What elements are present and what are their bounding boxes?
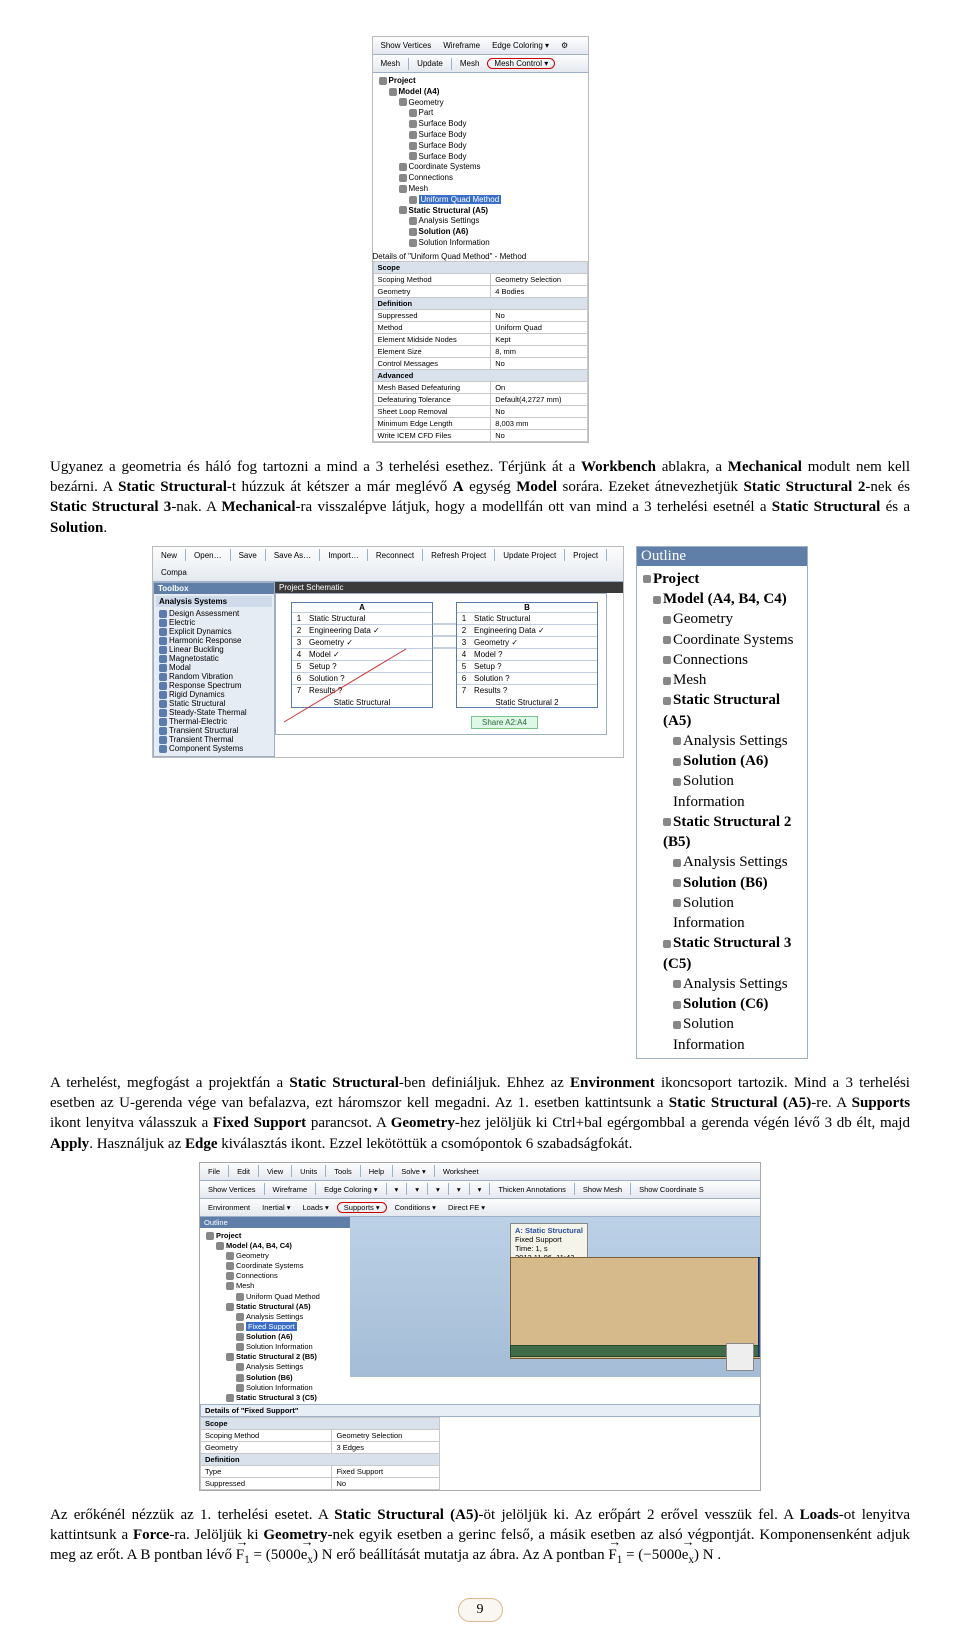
schematic-title: Project Schematic: [275, 582, 623, 593]
fig3-row1[interactable]: Show VerticesWireframeEdge Coloring ▾▾▾▾…: [200, 1181, 760, 1199]
fig3-3d-viewport[interactable]: A: Static Structural Fixed Support Time:…: [350, 1217, 760, 1377]
paragraph-3: Az erőkénél nézzük az 1. terhelési esete…: [50, 1505, 910, 1569]
mesh-control-button[interactable]: Mesh Control ▾: [487, 58, 555, 69]
fig3-menu[interactable]: FileEditViewUnitsToolsHelpSolve ▾Workshe…: [200, 1163, 760, 1181]
fig1-toolbar-row2: Mesh Update Mesh Mesh Control ▾: [373, 55, 588, 73]
dummy[interactable]: Wireframe: [439, 39, 484, 52]
mesh-button[interactable]: Mesh: [456, 57, 484, 70]
project-schematic[interactable]: A1Static Structural2Engineering Data ✓3G…: [275, 593, 607, 735]
mesh-label: Mesh: [377, 57, 405, 70]
fig1-property-table: ScopeScoping MethodGeometry SelectionGeo…: [373, 261, 588, 442]
fig3-outline-title: Outline: [200, 1217, 350, 1228]
fig2-outline-title: Outline: [637, 547, 807, 566]
fig3-row2[interactable]: Environment Inertial ▾ Loads ▾ Supports …: [200, 1199, 760, 1217]
toolbox-list[interactable]: Design AssessmentElectricExplicit Dynami…: [159, 609, 269, 753]
tool-icon[interactable]: ⚙: [557, 39, 572, 52]
page-number: 9: [50, 1598, 910, 1622]
fig3-outline-tree[interactable]: ProjectModel (A4, B4, C4)GeometryCoordin…: [200, 1228, 350, 1404]
schematic-cell-A[interactable]: A1Static Structural2Engineering Data ✓3G…: [291, 602, 433, 708]
triad-icon[interactable]: [726, 1343, 754, 1371]
fig1-toolbar-row1: Show Vertices Wireframe Edge Coloring ▾ …: [373, 37, 588, 55]
paragraph-1: Ugyanez a geometria és háló fog tartozni…: [50, 457, 910, 538]
toolbox-title: Toolbox: [154, 583, 274, 594]
supports-button[interactable]: Supports ▾: [337, 1202, 387, 1213]
schematic-cell-B[interactable]: B1Static Structural2Engineering Data ✓3G…: [456, 602, 598, 708]
figure-3-mechanical: FileEditViewUnitsToolsHelpSolve ▾Workshe…: [50, 1162, 910, 1491]
toolbox-group: Analysis Systems: [156, 596, 272, 607]
share-badge: Share A2:A4: [471, 716, 538, 729]
fig3-details-title: Details of "Fixed Support": [200, 1404, 760, 1417]
update-button[interactable]: Update: [413, 57, 447, 70]
figure-2-workbench: NewOpen…SaveSave As…Import…ReconnectRefr…: [50, 546, 910, 1059]
dummy[interactable]: Edge Coloring ▾: [488, 39, 553, 52]
fig1-outline-tree[interactable]: ProjectModel (A4)GeometryPartSurface Bod…: [373, 73, 588, 252]
fig2-main-toolbar: NewOpen…SaveSave As…Import…ReconnectRefr…: [153, 547, 623, 582]
fig2-outline-tree[interactable]: ProjectModel (A4, B4, C4)GeometryCoordin…: [637, 566, 807, 1058]
dummy[interactable]: Show Vertices: [377, 39, 436, 52]
fig1-details-title: Details of "Uniform Quad Method" - Metho…: [373, 252, 588, 261]
figure-1-mesh-panel: Show Vertices Wireframe Edge Coloring ▾ …: [50, 36, 910, 443]
fig3-property-table: ScopeScoping MethodGeometry SelectionGeo…: [200, 1417, 440, 1490]
paragraph-2: A terhelést, megfogást a projektfán a St…: [50, 1073, 910, 1154]
